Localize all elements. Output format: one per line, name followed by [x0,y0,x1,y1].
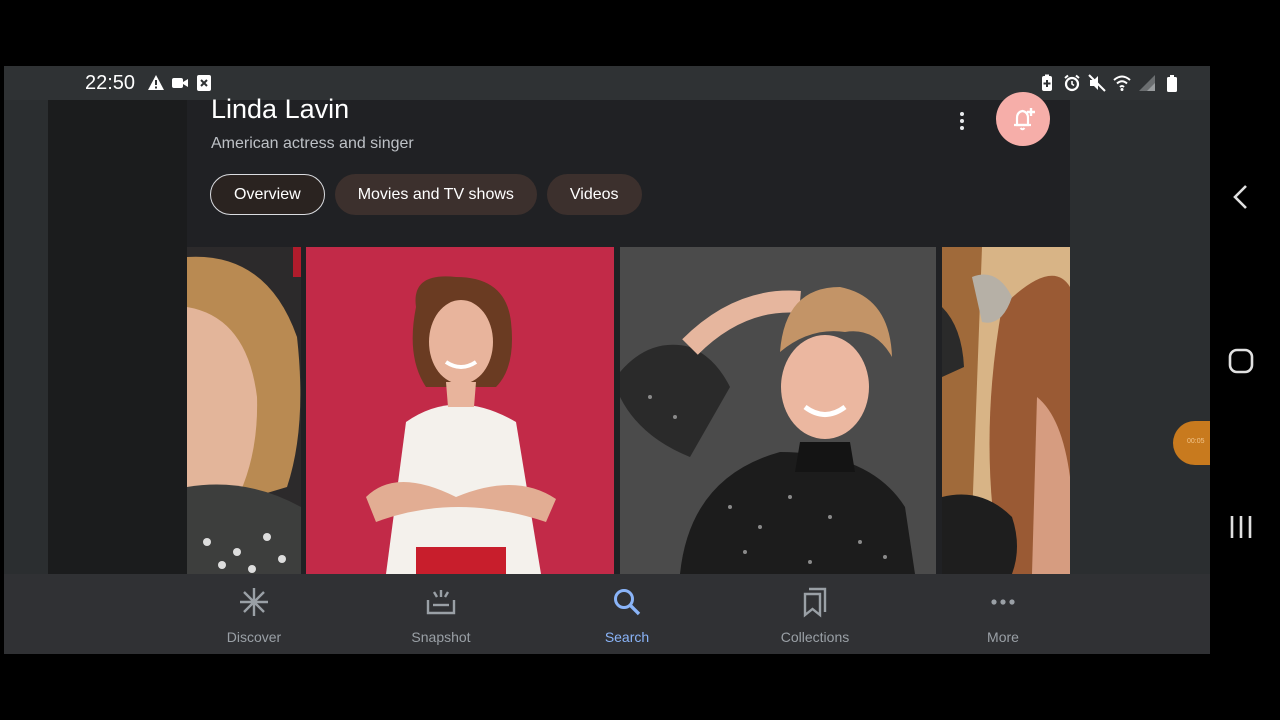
entity-subtitle: American actress and singer [211,135,414,152]
battery-saver-icon [1042,74,1052,91]
follow-button[interactable] [996,92,1050,146]
phone-screen: 22:50 Linda Lavin American actress and s… [4,66,1210,654]
photo-3[interactable] [620,247,936,574]
home-icon[interactable] [1225,345,1257,377]
nav-search-label: Search [604,629,650,645]
knowledge-panel: Linda Lavin American actress and singer … [187,92,1070,574]
photo-4[interactable] [942,247,1070,574]
status-time: 22:50 [85,72,136,94]
signal-icon [1139,75,1155,91]
tab-bar: Overview Movies and TV shows Videos [210,174,642,215]
mute-icon [1088,74,1106,92]
tab-videos[interactable]: Videos [546,174,642,215]
recents-icon[interactable] [1225,511,1257,543]
app-content: Linda Lavin American actress and singer … [4,92,1210,574]
tab-movies-and-tv-shows[interactable]: Movies and TV shows [334,174,537,215]
nav-collections[interactable]: Collections [755,586,875,645]
back-icon[interactable] [1225,181,1257,213]
warning-icon [148,75,164,90]
close-box-icon [197,75,211,91]
alarm-icon [1064,74,1080,92]
floating-side-handle[interactable]: 00:05 [1173,421,1210,465]
entity-title: Linda Lavin [211,94,350,124]
battery-icon [1167,75,1177,92]
tab-overview[interactable]: Overview [210,174,325,215]
search-icon [614,589,641,616]
nav-snapshot[interactable]: Snapshot [381,586,501,645]
bottom-navigation: Discover Snapshot Search Collections Mor… [4,574,1210,654]
snapshot-icon [426,590,456,615]
asterisk-icon [240,588,268,616]
nav-collections-label: Collections [780,629,850,645]
notification-add-icon [1014,108,1035,131]
side-handle-text: 00:05 [1187,438,1205,445]
bookmarks-icon [803,587,827,618]
more-vertical-icon[interactable] [953,110,971,132]
video-camera-icon [172,78,188,88]
photo-1[interactable] [187,247,301,574]
image-carousel [187,247,1070,574]
left-gutter [4,100,48,574]
wifi-icon [1113,75,1131,91]
system-navigation-bar [1210,66,1280,654]
nav-more-label: More [987,629,1019,645]
nav-discover-label: Discover [226,629,282,645]
nav-search[interactable]: Search [567,586,687,645]
more-horizontal-icon [991,599,1015,605]
photo-2[interactable] [306,247,614,574]
nav-discover[interactable]: Discover [194,586,314,645]
nav-more[interactable]: More [943,586,1063,645]
nav-snapshot-label: Snapshot [411,629,471,645]
right-gutter [1070,100,1210,574]
